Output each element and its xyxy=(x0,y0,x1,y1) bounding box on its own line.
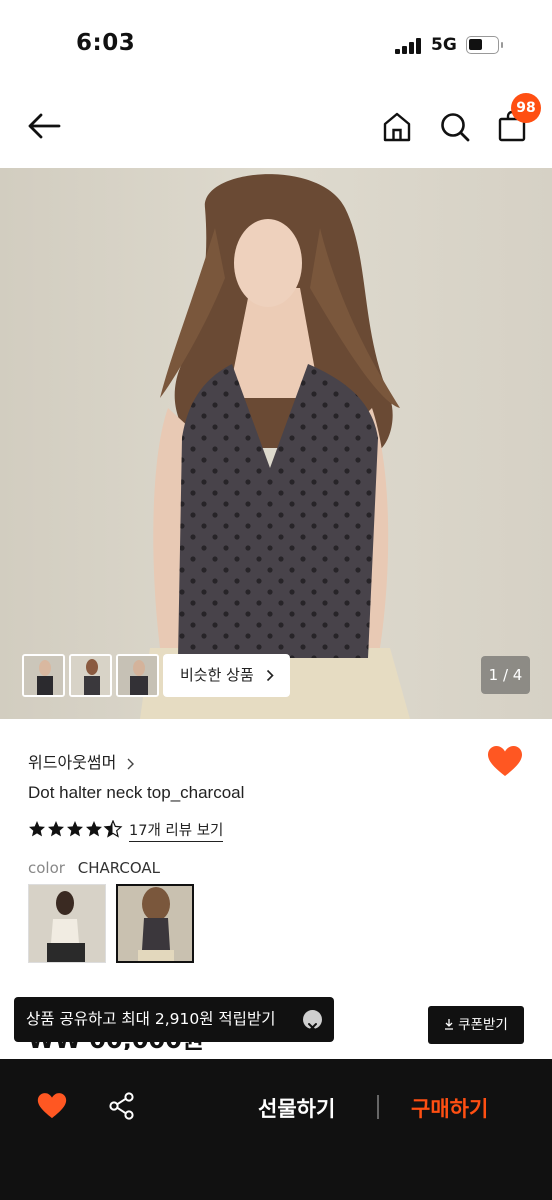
status-time: 6:03 xyxy=(76,30,136,56)
product-image[interactable] xyxy=(0,168,552,719)
star-icon xyxy=(67,821,83,837)
color-selector-label: color CHARCOAL xyxy=(28,859,160,877)
similar-products-label: 비슷한 상품 xyxy=(180,666,254,684)
star-icon xyxy=(29,821,45,837)
cart-count-badge: 98 xyxy=(511,93,541,123)
battery-icon xyxy=(466,36,503,54)
back-arrow-icon[interactable] xyxy=(26,111,62,141)
network-label: 5G xyxy=(431,35,457,55)
search-icon[interactable] xyxy=(439,111,471,143)
share-reward-toast: 상품 공유하고 최대 2,910원 적립받기 xyxy=(14,997,334,1042)
home-icon[interactable] xyxy=(382,111,412,142)
similar-products-button[interactable]: 비슷한 상품 xyxy=(163,654,290,697)
image-counter: 1 / 4 xyxy=(481,656,530,694)
brand-name: 위드아웃썸머 xyxy=(28,753,117,772)
color-label: color xyxy=(28,859,65,877)
product-name: Dot halter neck top_charcoal xyxy=(28,783,245,802)
close-icon[interactable] xyxy=(303,1010,322,1032)
star-icon xyxy=(86,821,102,837)
divider xyxy=(377,1095,379,1119)
signal-icon xyxy=(395,38,421,54)
thumbnail-1[interactable] xyxy=(22,654,65,697)
download-icon xyxy=(445,1019,454,1030)
heart-icon[interactable] xyxy=(37,1092,67,1120)
star-icon xyxy=(48,821,64,837)
thumbnail-2[interactable] xyxy=(69,654,112,697)
rating-stars xyxy=(29,820,123,838)
chevron-right-icon xyxy=(266,669,274,682)
heart-icon[interactable] xyxy=(487,745,523,778)
buy-button[interactable]: 구매하기 xyxy=(411,1093,488,1123)
color-option-charcoal[interactable] xyxy=(116,884,194,963)
bottom-action-bar xyxy=(0,1059,552,1200)
gift-button[interactable]: 선물하기 xyxy=(258,1093,335,1123)
thumbnail-3[interactable] xyxy=(116,654,159,697)
review-link[interactable]: 17개 리뷰 보기 xyxy=(129,819,224,842)
status-bar: 6:03 5G xyxy=(0,0,552,90)
image-thumbnails xyxy=(22,654,159,697)
color-value: CHARCOAL xyxy=(77,859,161,877)
toast-text: 상품 공유하고 최대 2,910원 적립받기 xyxy=(26,1010,276,1028)
brand-link[interactable]: 위드아웃썸머 xyxy=(28,749,135,773)
color-option-ivory[interactable] xyxy=(28,884,106,963)
chevron-right-icon xyxy=(127,758,135,769)
coupon-button[interactable]: 쿠폰받기 xyxy=(428,1006,524,1044)
coupon-label: 쿠폰받기 xyxy=(458,1017,508,1033)
share-icon[interactable] xyxy=(108,1092,136,1120)
